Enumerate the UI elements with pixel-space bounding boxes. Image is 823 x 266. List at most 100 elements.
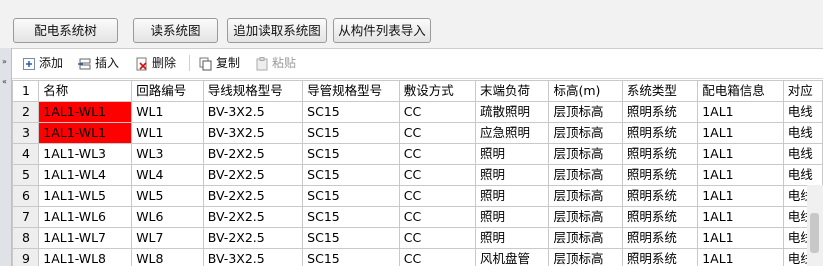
table-cell[interactable]: SC15 [302, 143, 400, 165]
table-cell[interactable]: 电线 [782, 101, 823, 123]
table-cell[interactable]: BV-3X2.5 [202, 101, 304, 123]
table-cell[interactable]: BV-2X2.5 [202, 164, 304, 186]
table-cell[interactable]: CC [398, 185, 477, 207]
table-cell[interactable]: 照明系统 [621, 101, 699, 123]
table-cell[interactable]: 1AL1-WL1 [38, 122, 133, 144]
paste-button[interactable]: 粘贴 [255, 54, 296, 72]
table-cell[interactable]: 1AL1 [697, 143, 784, 165]
table-cell[interactable]: 照明系统 [621, 206, 699, 228]
add-button[interactable]: 添加 [22, 54, 63, 72]
table-cell[interactable]: 风机盘管 [474, 248, 550, 266]
table-cell[interactable]: 照明系统 [621, 185, 699, 207]
table-cell[interactable]: CC [398, 143, 477, 165]
table-cell[interactable]: 疏散照明 [474, 101, 550, 123]
row-number[interactable]: 6 [12, 185, 40, 207]
delete-button[interactable]: 删除 [135, 54, 176, 72]
table-cell[interactable]: 1AL1-WL8 [38, 248, 133, 266]
table-row[interactable]: 6 1AL1-WL5 WL5 BV-2X2.5 SC15 CC 照明 层顶标高 照明系统 1AL1… [12, 185, 823, 207]
row-number[interactable]: 7 [12, 206, 40, 228]
row-number[interactable]: 9 [12, 248, 40, 266]
left-collapse-strip[interactable]: » « [0, 48, 12, 266]
table-cell[interactable]: 照明 [474, 164, 550, 186]
column-header[interactable]: 敷设方式 [398, 80, 477, 102]
row-number[interactable]: 4 [12, 143, 40, 165]
table-cell[interactable]: BV-2X2.5 [202, 227, 304, 249]
table-cell[interactable]: WL5 [131, 185, 204, 207]
table-row[interactable]: 4 1AL1-WL3 WL3 BV-2X2.5 SC15 CC 照明 层顶标高 照明系统 1AL1… [12, 143, 823, 165]
table-cell[interactable]: WL8 [131, 248, 204, 266]
table-cell[interactable]: CC [398, 122, 477, 144]
table-cell[interactable]: CC [398, 164, 477, 186]
read-system-diagram-button[interactable]: 读系统图 [133, 18, 218, 43]
table-cell[interactable]: 1AL1 [697, 101, 784, 123]
table-cell[interactable]: 照明系统 [621, 227, 699, 249]
row-number[interactable]: 3 [12, 122, 40, 144]
table-cell[interactable]: WL6 [131, 206, 204, 228]
scrollbar-thumb[interactable] [810, 213, 819, 253]
table-cell[interactable]: BV-2X2.5 [202, 143, 304, 165]
table-cell[interactable]: 1AL1-WL3 [38, 143, 133, 165]
table-cell[interactable]: 照明 [474, 185, 550, 207]
table-cell[interactable]: 层顶标高 [548, 164, 623, 186]
import-from-component-list-button[interactable]: 从构件列表导入 [333, 18, 431, 43]
table-cell[interactable]: CC [398, 206, 477, 228]
table-row[interactable]: 8 1AL1-WL7 WL7 BV-2X2.5 SC15 CC 照明 层顶标高 照明系统 1AL1… [12, 227, 823, 249]
table-cell[interactable]: 应急照明 [474, 122, 550, 144]
table-cell[interactable]: BV-2X2.5 [202, 206, 304, 228]
table-cell[interactable]: 照明系统 [621, 122, 699, 144]
table-cell[interactable]: 1AL1 [697, 248, 784, 266]
insert-button[interactable]: 插入 [78, 54, 119, 72]
table-cell[interactable]: 层顶标高 [548, 206, 623, 228]
column-header[interactable]: 导管规格型号 [302, 80, 400, 102]
column-header[interactable]: 配电箱信息 [697, 80, 784, 102]
column-header[interactable]: 导线规格型号 [202, 80, 304, 102]
table-cell[interactable]: 层顶标高 [548, 101, 623, 123]
table-cell[interactable]: 1AL1-WL4 [38, 164, 133, 186]
table-cell[interactable]: WL7 [131, 227, 204, 249]
table-cell[interactable]: 层顶标高 [548, 227, 623, 249]
table-cell[interactable]: 电线 [782, 143, 823, 165]
distribution-system-tree-button[interactable]: 配电系统树 [13, 18, 118, 43]
table-cell[interactable]: 层顶标高 [548, 185, 623, 207]
table-cell[interactable]: 1AL1 [697, 185, 784, 207]
table-cell[interactable]: 照明 [474, 143, 550, 165]
table-cell[interactable]: WL3 [131, 143, 204, 165]
table-row[interactable]: 9 1AL1-WL8 WL8 BV-3X2.5 SC15 CC 风机盘管 层顶标高 照明系统 1A… [12, 248, 823, 266]
table-cell[interactable]: 层顶标高 [548, 143, 623, 165]
table-row[interactable]: 7 1AL1-WL6 WL6 BV-2X2.5 SC15 CC 照明 层顶标高 照明系统 1AL1… [12, 206, 823, 228]
vertical-scrollbar[interactable] [807, 185, 823, 266]
table-cell[interactable]: BV-3X2.5 [202, 248, 304, 266]
table-cell[interactable]: 照明系统 [621, 143, 699, 165]
table-cell[interactable]: 电线 [782, 164, 823, 186]
row-number[interactable]: 2 [12, 101, 40, 123]
table-cell[interactable]: 1AL1-WL7 [38, 227, 133, 249]
table-cell[interactable]: WL4 [131, 164, 204, 186]
table-cell[interactable]: WL1 [131, 101, 204, 123]
append-read-system-diagram-button[interactable]: 追加读取系统图 [227, 18, 327, 43]
column-header[interactable]: 标高(m) [548, 80, 623, 102]
table-cell[interactable]: 1AL1 [697, 206, 784, 228]
table-cell[interactable]: 照明 [474, 227, 550, 249]
expand-arrow-icon[interactable]: » [2, 58, 9, 66]
table-row[interactable]: 5 1AL1-WL4 WL4 BV-2X2.5 SC15 CC 照明 层顶标高 照明系统 1AL1… [12, 164, 823, 186]
table-row[interactable]: 3 1AL1-WL1 WL1 BV-3X2.5 SC15 CC 应急照明 层顶标高 照明系统 1A… [12, 122, 823, 144]
column-header[interactable]: 名称 [38, 80, 133, 102]
table-cell[interactable]: 照明 [474, 206, 550, 228]
table-cell[interactable]: SC15 [302, 101, 400, 123]
table-cell[interactable]: 照明系统 [621, 164, 699, 186]
table-cell[interactable]: BV-3X2.5 [202, 122, 304, 144]
column-header[interactable]: 系统类型 [621, 80, 699, 102]
table-cell[interactable]: 1AL1-WL5 [38, 185, 133, 207]
table-row[interactable]: 2 1AL1-WL1 WL1 BV-3X2.5 SC15 CC 疏散照明 层顶标高 照明系统 1A… [12, 101, 823, 123]
column-header[interactable]: 对应 [782, 80, 823, 102]
table-cell[interactable]: CC [398, 101, 477, 123]
collapse-arrow-icon[interactable]: « [2, 78, 9, 86]
table-cell[interactable]: 1AL1 [697, 227, 784, 249]
table-cell[interactable]: SC15 [302, 164, 400, 186]
table-cell[interactable]: SC15 [302, 248, 400, 266]
table-cell[interactable]: SC15 [302, 122, 400, 144]
copy-button[interactable]: 复制 [199, 54, 240, 72]
table-cell[interactable]: SC15 [302, 185, 400, 207]
table-cell[interactable]: 层顶标高 [548, 248, 623, 266]
row-number[interactable]: 8 [12, 227, 40, 249]
